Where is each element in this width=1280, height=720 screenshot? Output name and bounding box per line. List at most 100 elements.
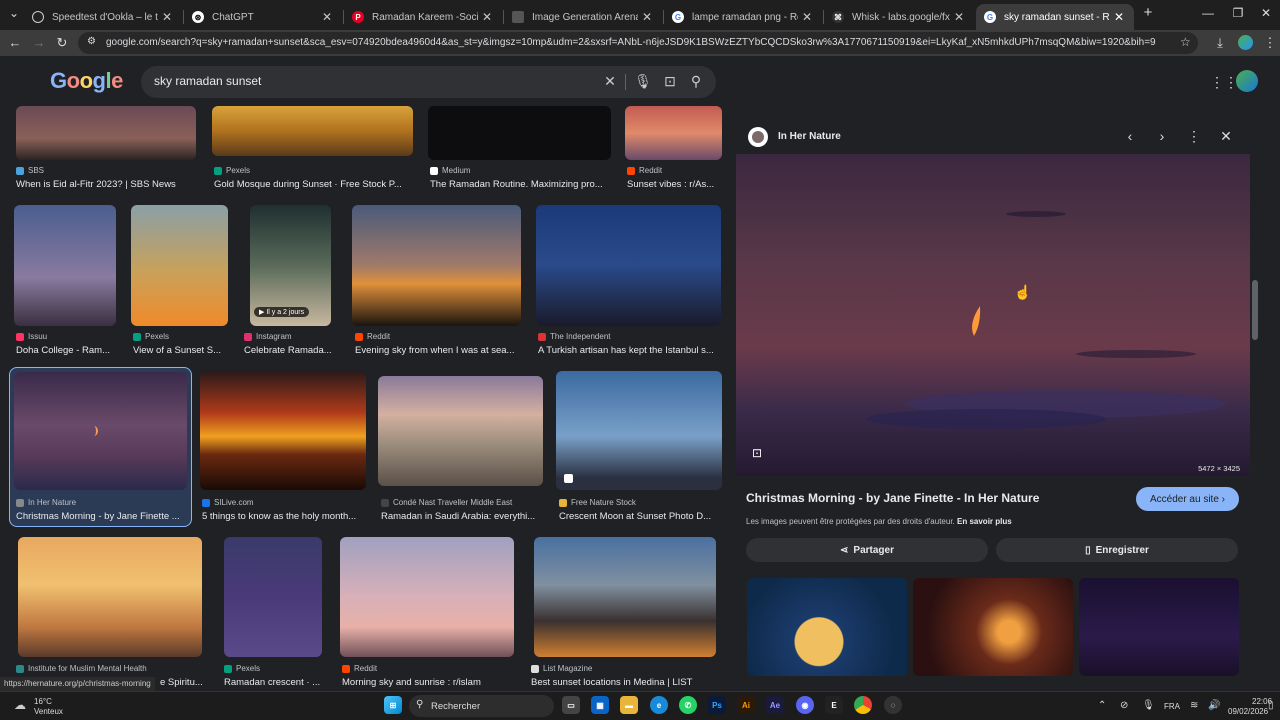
share-button[interactable]: ⋖ Partager [746,538,988,562]
result-thumbnail[interactable] [212,106,413,156]
back-icon[interactable]: ← [7,35,23,50]
result-thumbnail[interactable] [18,537,202,657]
result-caption[interactable]: A Turkish artisan has kept the Istanbul … [538,345,722,356]
result-thumbnail[interactable] [14,205,116,326]
tab-whisk[interactable]: ⌘ Whisk - labs.google/fx ✕ [824,4,974,30]
result-caption[interactable]: When is Eid al-Fitr 2023? | SBS News [16,179,196,190]
close-icon[interactable]: ✕ [802,10,814,24]
show-hidden-icons[interactable]: ⌃ [1098,700,1106,711]
result-thumbnail[interactable] [536,205,721,326]
preview-title[interactable]: Christmas Morning - by Jane Finette - In… [746,491,1039,505]
tab-lampe-ramadan[interactable]: G lampe ramadan png - Recherc ✕ [664,4,822,30]
close-icon[interactable]: ✕ [162,10,174,24]
google-logo[interactable]: Google [50,68,123,94]
chrome-icon[interactable] [854,696,872,714]
forward-icon[interactable]: → [31,35,47,50]
previous-icon[interactable]: ‹ [1122,128,1138,144]
bookmark-star-icon[interactable]: ☆ [1180,35,1191,49]
result-caption[interactable]: Sunset vibes : r/As... [627,179,722,190]
result-caption[interactable]: Evening sky from when I was at sea... [355,345,523,356]
windows-start-icon[interactable]: ⊞ [384,696,402,714]
tab-sky-ramadan-sunset[interactable]: G sky ramadan sunset - Recherch ✕ [976,4,1134,30]
wifi-icon[interactable]: ≋ [1190,700,1198,711]
scrollbar-thumb[interactable] [1252,280,1258,340]
result-caption[interactable]: Best sunset locations in Medina | LIST [531,677,721,688]
result-thumbnail-selected[interactable] [14,372,187,490]
result-thumbnail[interactable] [16,106,196,160]
save-button[interactable]: ▯ Enregistrer [996,538,1238,562]
lens-search-icon[interactable]: ⊡ [752,446,762,460]
file-explorer-icon[interactable]: ▬ [620,696,638,714]
clear-icon[interactable]: ✕ [601,73,619,90]
task-view-icon[interactable]: ▭ [562,696,580,714]
profile-avatar[interactable] [1238,35,1253,50]
taskbar-search[interactable]: ⚲ Rechercher [409,695,554,717]
notification-icon[interactable]: ▯ [1268,700,1274,711]
maximize-button[interactable]: ❐ [1228,6,1248,20]
result-thumbnail[interactable] [428,106,611,160]
result-caption[interactable]: e Spiritu... [160,677,204,688]
edge-icon[interactable]: e [650,696,668,714]
result-thumbnail[interactable] [378,376,543,486]
result-thumbnail[interactable] [556,371,722,490]
weather-description[interactable]: Venteux [34,707,63,716]
result-caption[interactable]: Crescent Moon at Sunset Photo D... [559,511,722,522]
photoshop-icon[interactable]: Ps [708,696,726,714]
new-tab-button[interactable]: + [1138,4,1158,21]
result-caption[interactable]: The Ramadan Routine. Maximizing pro... [430,179,615,190]
weather-icon[interactable]: ☁ [14,698,26,712]
more-options-icon[interactable]: ⋮ [1186,128,1202,145]
close-icon[interactable]: ✕ [322,10,334,24]
result-caption[interactable]: 5 things to know as the holy month... [202,511,368,522]
after-effects-icon[interactable]: Ae [766,696,784,714]
close-icon[interactable]: ✕ [954,10,966,24]
apps-grid-icon[interactable]: ⋮⋮ [1210,74,1238,91]
result-thumbnail[interactable] [534,537,716,657]
result-thumbnail[interactable] [352,205,521,326]
result-caption[interactable]: Gold Mosque during Sunset · Free Stock P… [214,179,414,190]
close-icon[interactable]: ✕ [1218,128,1234,145]
download-icon[interactable]: ⤓ [1212,35,1228,51]
epic-games-icon[interactable]: E [825,696,843,714]
clock-date[interactable]: 09/02/2026 [1228,707,1268,716]
volume-icon[interactable]: 🔊 [1208,700,1220,711]
weather-temp[interactable]: 16°C [34,697,52,706]
related-image[interactable] [1079,578,1239,676]
tab-chatgpt[interactable]: ⊛ ChatGPT ✕ [184,4,342,30]
panel-source-name[interactable]: In Her Nature [778,131,841,142]
whatsapp-icon[interactable]: ✆ [679,696,697,714]
result-thumbnail[interactable] [131,205,228,326]
minimize-button[interactable]: — [1198,6,1218,20]
result-thumbnail[interactable] [224,537,322,657]
result-caption[interactable]: Celebrate Ramada... [244,345,336,356]
close-icon[interactable]: ✕ [642,10,654,24]
tab-search-icon[interactable]: ⌄ [4,6,24,20]
tab-speedtest[interactable]: Speedtest d'Ookla – le test de v ✕ [24,4,182,30]
illustrator-icon[interactable]: Ai [737,696,755,714]
tab-image-arena[interactable]: Image Generation Arena - Con ✕ [504,4,662,30]
result-caption[interactable]: Morning sky and sunrise : r/islam [342,677,517,688]
language-indicator[interactable]: FRA [1164,702,1180,711]
result-thumbnail[interactable] [340,537,514,657]
result-caption[interactable]: Ramadan in Saudi Arabia: everythi... [381,511,546,522]
result-thumbnail[interactable]: ▶ Il y a 2 jours [250,205,331,326]
result-thumbnail[interactable] [625,106,722,160]
store-icon[interactable]: ▦ [591,696,609,714]
close-icon[interactable]: ✕ [1114,10,1126,24]
result-caption[interactable]: Doha College - Ram... [16,345,116,356]
result-thumbnail[interactable] [200,371,366,490]
related-image[interactable] [913,578,1073,676]
preview-image[interactable]: ⊡ [736,154,1250,476]
microphone-icon[interactable]: 🎙 [634,73,652,90]
result-caption[interactable]: Christmas Morning - by Jane Finette ... [16,511,188,522]
result-caption[interactable]: Ramadan crescent · ... [224,677,324,688]
tab-pinterest[interactable]: P Ramadan Kareem -Social Medi ✕ [344,4,502,30]
next-icon[interactable]: › [1154,128,1170,144]
close-icon[interactable]: ✕ [482,10,494,24]
menu-icon[interactable]: ⋮ [1262,35,1278,51]
app-icon[interactable]: ◌ [884,696,902,714]
lens-icon[interactable]: ⊡ [661,73,679,90]
related-image[interactable] [747,578,907,676]
learn-more-link[interactable]: En savoir plus [957,517,1012,526]
close-window-button[interactable]: ✕ [1256,6,1276,20]
